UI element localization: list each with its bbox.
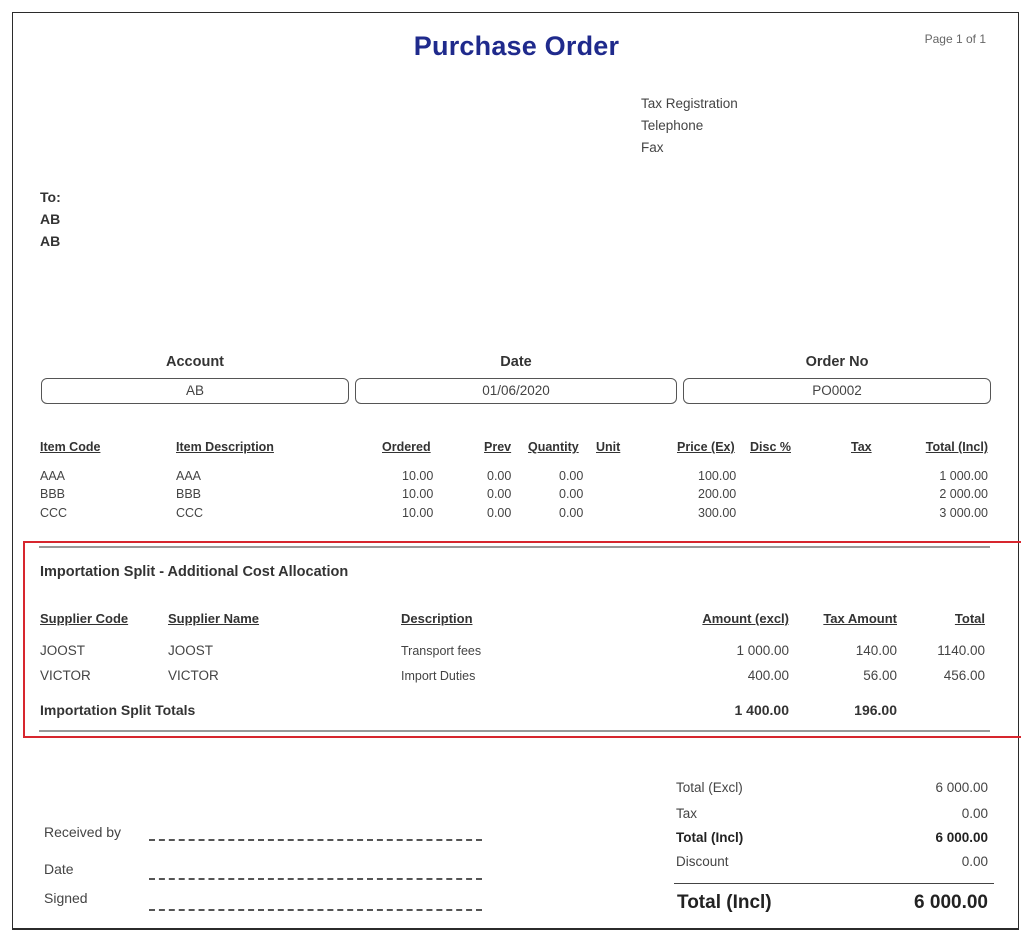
item-ordered: 10.00 [402,487,434,501]
purchase-order-document: Purchase Order Page 1 of 1 Tax Registrat… [12,12,1021,930]
item-total: 3 000.00 [939,506,988,520]
col-prev: Prev [484,440,512,454]
col-tax-amount: Tax Amount [823,611,897,626]
date-field: 01/06/2020 [355,378,677,404]
item-code: BBB [40,487,66,501]
supplier-name: VICTOR [168,668,219,683]
total-incl-value: 6 000.00 [935,830,988,845]
signed-label: Signed [44,890,88,906]
col-split-total: Total [954,611,985,626]
col-amount-excl: Amount (excl) [702,611,789,626]
grand-total-value: 6 000.00 [914,892,988,913]
tax-amount: 56.00 [863,668,897,683]
signed-line [149,909,482,911]
item-description: BBB [176,487,202,501]
signature-date-label: Date [44,861,74,877]
item-prev: 0.00 [487,469,512,483]
tax-registration-label: Tax Registration [641,96,738,111]
item-ordered: 10.00 [402,506,434,520]
total-excl-label: Total (Excl) [676,780,743,795]
document-title: Purchase Order [413,31,620,61]
col-tax: Tax [851,440,872,454]
divider [39,730,990,732]
tax-amount: 140.00 [855,643,897,658]
importation-split-title: Importation Split - Additional Cost Allo… [40,564,349,580]
tax-value: 0.00 [961,806,988,821]
split-description: Import Duties [401,669,476,683]
divider [39,546,990,548]
item-quantity: 0.00 [559,469,584,483]
recipient-line: AB [40,211,61,227]
item-total: 2 000.00 [939,487,988,501]
importation-tax-total: 196.00 [854,702,897,718]
item-description: CCC [176,506,204,520]
col-total-incl: Total (Incl) [925,440,988,454]
discount-label: Discount [676,854,729,869]
item-quantity: 0.00 [559,487,584,501]
col-quantity: Quantity [528,440,579,454]
col-supplier-name: Supplier Name [168,611,260,626]
split-description: Transport fees [401,644,482,658]
item-price: 300.00 [698,506,737,520]
item-quantity: 0.00 [559,506,584,520]
telephone-label: Telephone [641,118,704,133]
total-excl-value: 6 000.00 [935,780,988,795]
received-by-label: Received by [44,824,122,840]
item-description: AAA [176,469,202,483]
account-label: Account [166,354,224,370]
item-total: 1 000.00 [939,469,988,483]
divider [674,883,994,884]
recipient-line: AB [40,233,61,249]
order-no-label: Order No [805,354,869,370]
col-unit: Unit [596,440,621,454]
to-label: To: [40,189,61,205]
item-price: 100.00 [698,469,737,483]
importation-split-totals-label: Importation Split Totals [40,702,196,718]
amount-excl: 400.00 [747,668,789,683]
total-incl-label: Total (Incl) [676,830,744,845]
item-code: AAA [40,469,66,483]
order-no-field: PO0002 [683,378,991,404]
page-number: Page 1 of 1 [924,32,986,46]
grand-total-label: Total (Incl) [677,892,772,913]
discount-value: 0.00 [961,854,988,869]
split-total: 456.00 [943,668,985,683]
col-disc: Disc % [750,440,791,454]
item-ordered: 10.00 [402,469,434,483]
item-price: 200.00 [698,487,737,501]
signature-date-line [149,878,482,880]
supplier-name: JOOST [168,643,214,658]
account-field: AB [41,378,349,404]
date-label: Date [500,354,532,370]
split-total: 1140.00 [937,643,985,658]
col-supplier-code: Supplier Code [40,611,129,626]
col-description: Description [401,611,473,626]
item-prev: 0.00 [487,506,512,520]
col-item-code: Item Code [40,440,101,454]
col-price: Price (Ex) [677,440,735,454]
supplier-code: JOOST [40,643,86,658]
importation-amount-total: 1 400.00 [734,702,790,718]
item-prev: 0.00 [487,487,512,501]
supplier-code: VICTOR [40,668,91,683]
fax-label: Fax [641,140,664,155]
company-details: Tax Registration Telephone Fax [641,93,738,159]
col-ordered: Ordered [382,440,431,454]
item-code: CCC [40,506,68,520]
received-by-line [149,839,482,841]
amount-excl: 1 000.00 [736,643,789,658]
tax-label: Tax [676,806,698,821]
recipient-block: To: AB AB [40,186,61,252]
col-item-description: Item Description [176,440,274,454]
